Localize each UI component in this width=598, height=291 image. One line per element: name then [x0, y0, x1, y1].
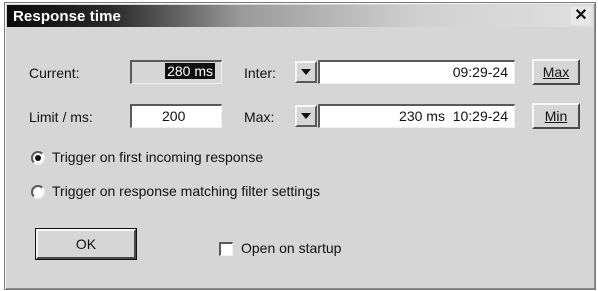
ok-button-label: OK	[75, 236, 97, 252]
inter-dropdown-button[interactable]	[295, 61, 317, 83]
inter-value: 09:29-24	[452, 64, 508, 80]
trigger-matching-label[interactable]: Trigger on response matching filter sett…	[52, 183, 320, 199]
radio-selected-dot	[35, 155, 41, 161]
dialog-title: Response time	[13, 8, 121, 25]
open-on-startup-label[interactable]: Open on startup	[241, 240, 341, 256]
min-button[interactable]: Min	[532, 103, 580, 129]
inter-value-field[interactable]: 09:29-24	[318, 60, 515, 84]
current-value: 280 ms	[165, 63, 215, 79]
ok-button[interactable]: OK	[36, 229, 136, 259]
response-time-dialog: Response time ✕ Current: 280 ms Inter: 0…	[4, 2, 596, 290]
limit-value: 200	[162, 108, 186, 124]
max-button[interactable]: Max	[532, 59, 580, 85]
current-value-field: 280 ms	[130, 60, 222, 84]
open-on-startup-checkbox[interactable]	[219, 242, 233, 256]
limit-label: Limit / ms:	[29, 109, 93, 125]
min-button-label: Min	[544, 108, 568, 124]
title-bar[interactable]: Response time ✕	[7, 5, 593, 27]
inter-label: Inter:	[244, 65, 276, 81]
max-dropdown-button[interactable]	[295, 105, 317, 127]
current-label: Current:	[29, 65, 80, 81]
close-icon: ✕	[574, 7, 588, 24]
max-label: Max:	[244, 109, 275, 125]
max-value-field[interactable]: 230 ms 10:29-24	[318, 104, 515, 128]
chevron-down-icon	[301, 69, 311, 75]
trigger-first-label[interactable]: Trigger on first incoming response	[52, 149, 263, 165]
trigger-first-radio[interactable]	[31, 151, 45, 165]
close-button[interactable]: ✕	[571, 7, 591, 25]
max-value: 230 ms 10:29-24	[399, 108, 508, 124]
ok-button-focus-border: OK	[35, 228, 137, 260]
limit-input[interactable]: 200	[130, 104, 222, 128]
chevron-down-icon	[301, 113, 311, 119]
max-button-label: Max	[542, 64, 570, 80]
trigger-matching-radio[interactable]	[31, 185, 45, 199]
